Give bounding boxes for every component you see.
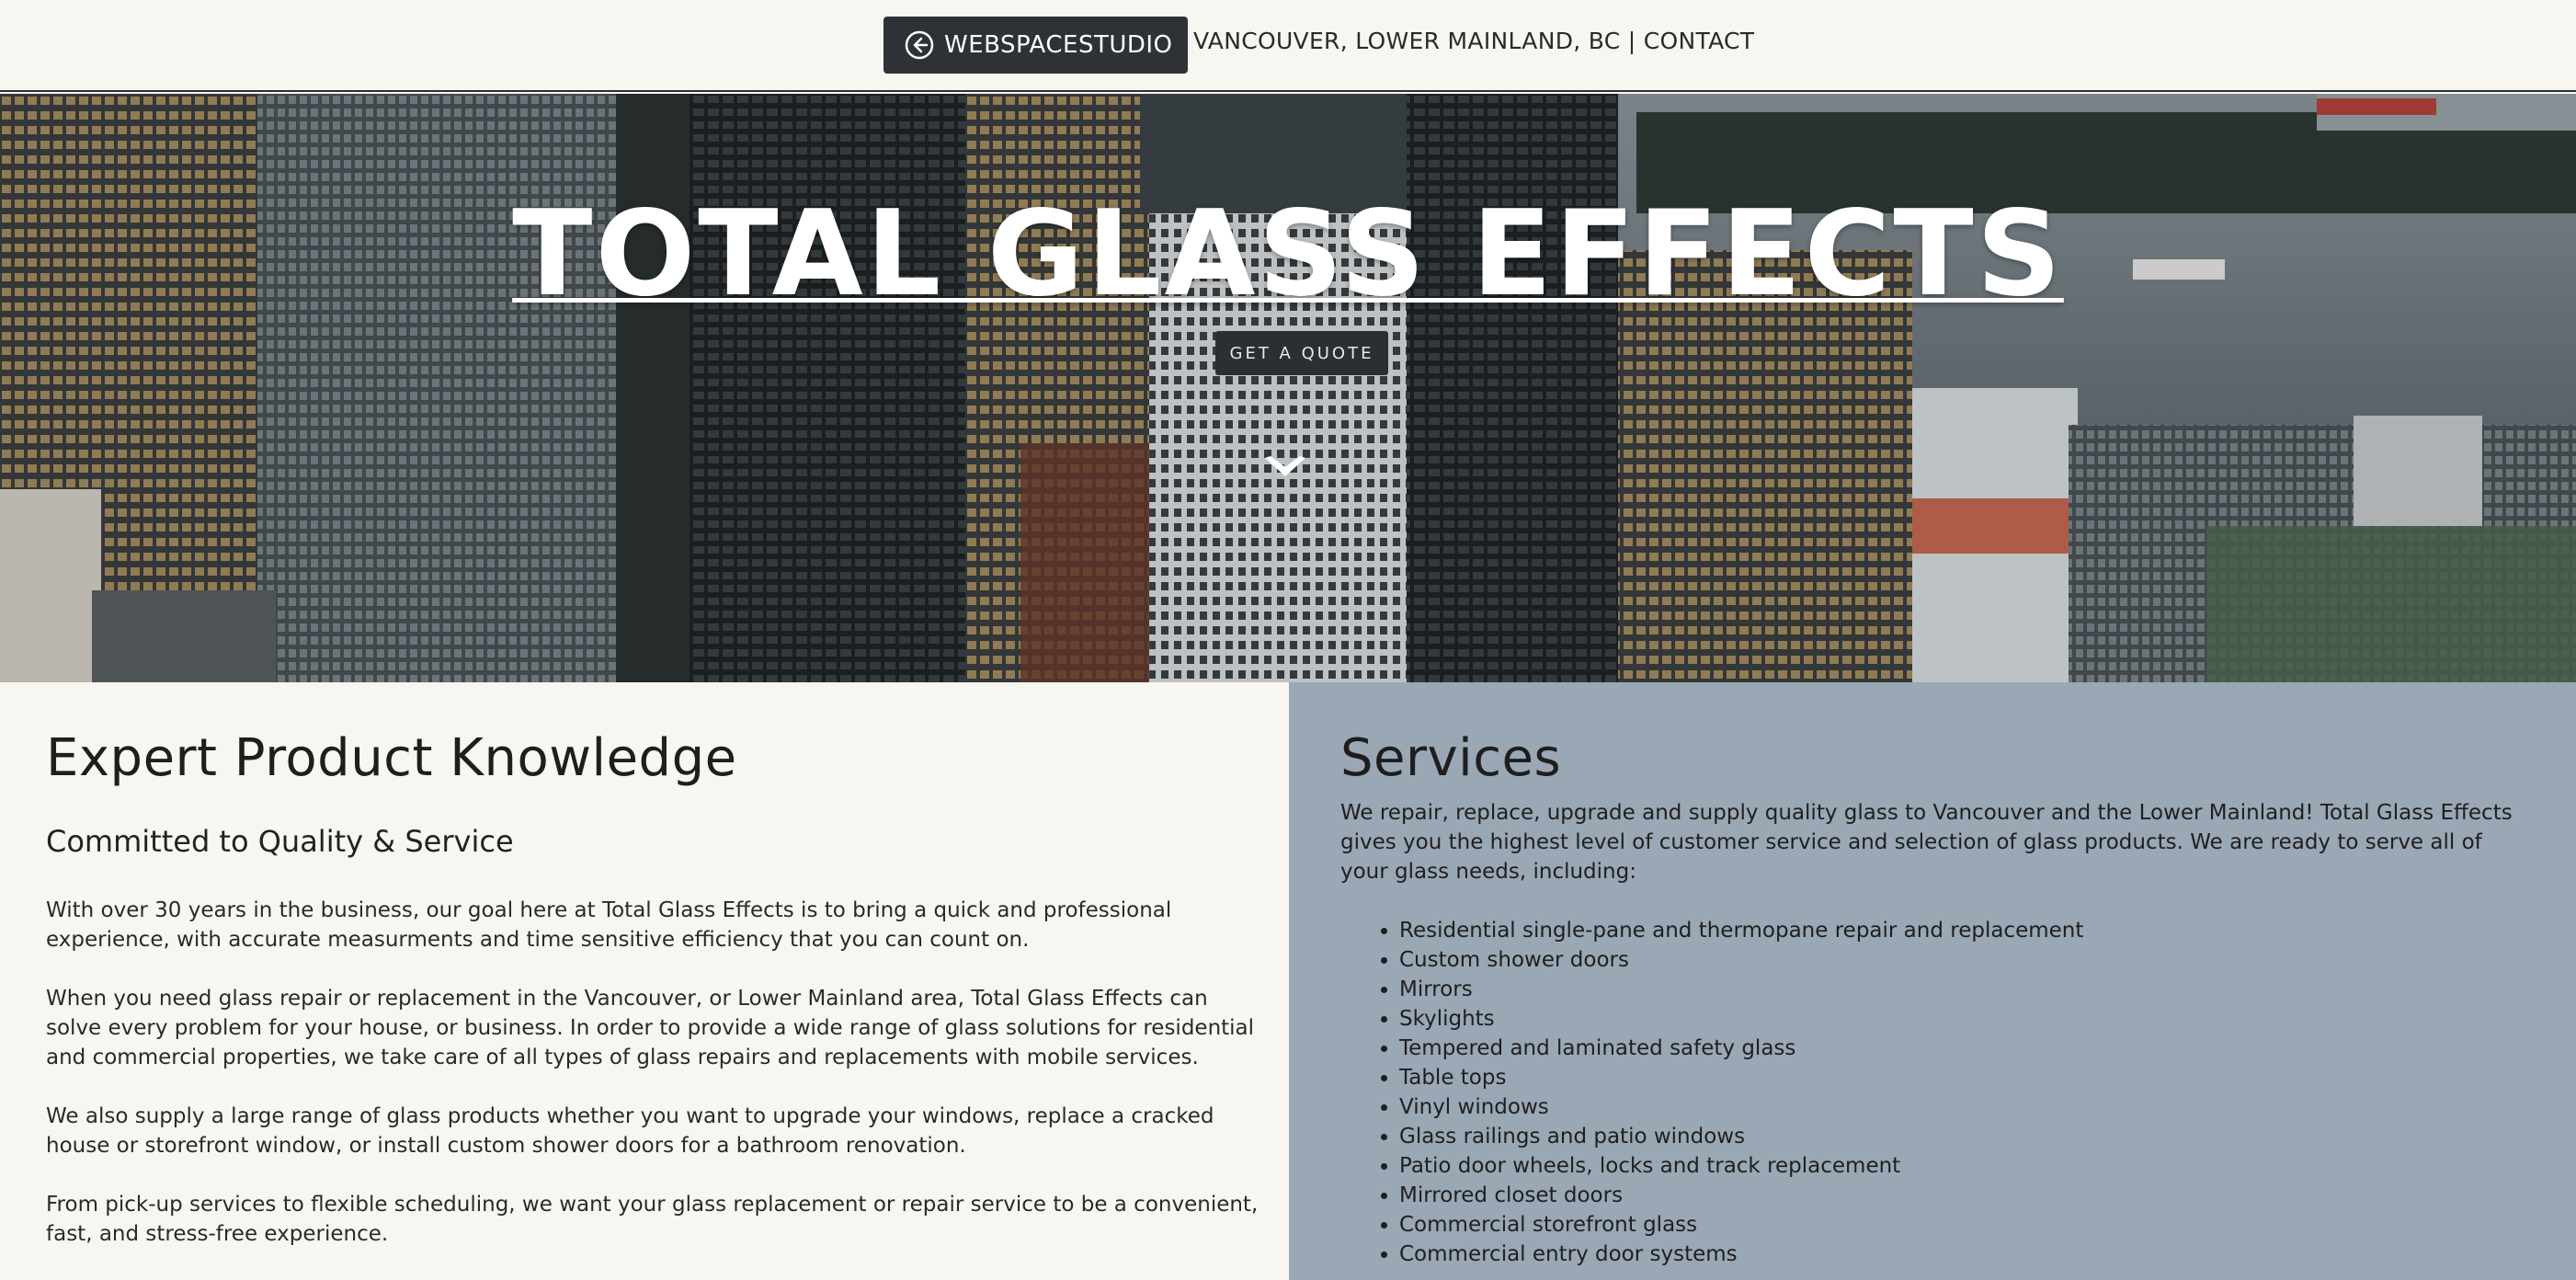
paragraph: From pick-up services to flexible schedu… (46, 1192, 1259, 1246)
list-item: Custom shower doors (1399, 945, 2530, 975)
list-item: Commercial storefront glass (1399, 1210, 2530, 1240)
city-skyline-image (0, 94, 2576, 682)
arrow-left-circle-icon (904, 29, 935, 61)
section-title: Expert Product Knowledge (46, 728, 737, 788)
list-item: Mirrored closet doors (1399, 1181, 2530, 1210)
hero-title: TOTAL GLASS EFFECTS (512, 186, 2064, 323)
list-item: Mirrors (1399, 975, 2530, 1004)
paragraph: We also supply a large range of glass pr… (46, 1103, 1214, 1158)
list-item: Table tops (1399, 1063, 2530, 1092)
list-item: Glass railings and patio windows (1399, 1122, 2530, 1151)
list-item: Skylights (1399, 1004, 2530, 1034)
location-contact-link[interactable]: VANCOUVER, LOWER MAINLAND, BC | CONTACT (1193, 28, 1754, 54)
webspacestudio-label: WEBSPACESTUDIO (944, 31, 1173, 59)
section-subtitle: Committed to Quality & Service (46, 823, 514, 859)
top-bar: WEBSPACESTUDIO VANCOUVER, LOWER MAINLAND… (0, 0, 2576, 92)
webspacestudio-button[interactable]: WEBSPACESTUDIO (883, 17, 1188, 74)
chevron-down-icon[interactable] (1263, 454, 1307, 480)
list-item: Residential single-pane and thermopane r… (1399, 916, 2530, 945)
paragraph: When you need glass repair or replacemen… (46, 986, 1255, 1069)
list-item: Commercial entry door systems (1399, 1240, 2530, 1269)
list-item: Tempered and laminated safety glass (1399, 1034, 2530, 1063)
expert-knowledge-section: Expert Product Knowledge Committed to Qu… (0, 682, 1289, 1280)
services-section: Services We repair, replace, upgrade and… (1289, 682, 2576, 1280)
paragraph: With over 30 years in the business, our … (46, 897, 1172, 952)
list-item: Patio door wheels, locks and track repla… (1399, 1151, 2530, 1181)
hero-banner: TOTAL GLASS EFFECTS GET A QUOTE (0, 94, 2576, 682)
services-intro: We repair, replace, upgrade and supply q… (1340, 800, 2513, 884)
services-list: Residential single-pane and thermopane r… (1340, 916, 2530, 1269)
list-item: Vinyl windows (1399, 1092, 2530, 1122)
get-a-quote-button[interactable]: GET A QUOTE (1215, 331, 1388, 375)
services-title: Services (1340, 728, 1562, 788)
